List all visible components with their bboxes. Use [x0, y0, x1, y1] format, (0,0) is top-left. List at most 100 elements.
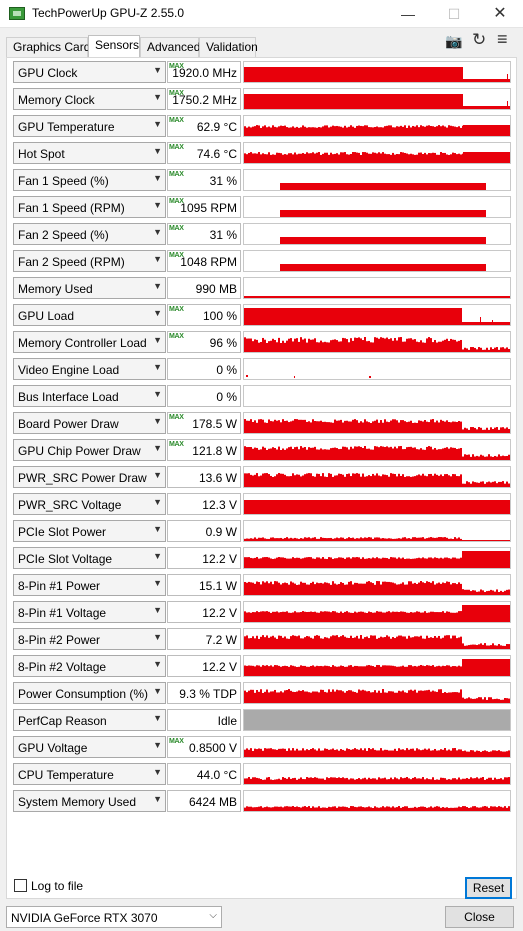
- sensor-name: Video Engine Load: [18, 363, 120, 377]
- max-indicator: MAX: [169, 306, 184, 313]
- sensor-select[interactable]: Video Engine Load ▼: [13, 358, 166, 380]
- sensor-value-box: 0 %: [167, 385, 241, 407]
- dropdown-arrow-icon: ▼: [153, 470, 162, 480]
- sensor-graph-plot: [244, 605, 510, 622]
- sensor-value: 0 %: [216, 363, 237, 377]
- sensor-graph-plot: [244, 94, 510, 109]
- sensor-name: 8-Pin #2 Power: [18, 633, 101, 647]
- sensor-value-box: 990 MB: [167, 277, 241, 299]
- sensor-select[interactable]: 8-Pin #1 Voltage ▼: [13, 601, 166, 623]
- sensor-graph-plot: [244, 659, 510, 676]
- sensor-select[interactable]: PWR_SRC Power Draw ▼: [13, 466, 166, 488]
- sensor-value: 1750.2 MHz: [172, 93, 237, 107]
- sensor-row: Video Engine Load ▼ 0 %: [6, 358, 517, 384]
- sensor-row: Memory Used ▼ 990 MB: [6, 277, 517, 303]
- sensor-select[interactable]: Memory Controller Load ▼: [13, 331, 166, 353]
- title-bar: TechPowerUp GPU-Z 2.55.0 — ☐ ✕: [0, 0, 523, 28]
- sensor-row: PWR_SRC Power Draw ▼ 13.6 W: [6, 466, 517, 492]
- tab-advanced[interactable]: Advanced: [140, 37, 200, 57]
- sensor-select[interactable]: PerfCap Reason ▼: [13, 709, 166, 731]
- sensor-select[interactable]: PCIe Slot Power ▼: [13, 520, 166, 542]
- close-window-button[interactable]: ✕: [477, 0, 523, 28]
- sensor-value: 990 MB: [195, 282, 237, 296]
- log-to-file-checkbox[interactable]: [14, 879, 27, 892]
- sensor-name: PerfCap Reason: [18, 714, 107, 728]
- sensor-value-box: MAX 1095 RPM: [167, 196, 241, 218]
- tab-sensors[interactable]: Sensors: [88, 35, 140, 58]
- sensor-select[interactable]: Bus Interface Load ▼: [13, 385, 166, 407]
- dropdown-arrow-icon: ▼: [153, 740, 162, 750]
- sensor-select[interactable]: Memory Used ▼: [13, 277, 166, 299]
- sensor-value-box: 13.6 W: [167, 466, 241, 488]
- sensor-select[interactable]: GPU Load ▼: [13, 304, 166, 326]
- sensor-select[interactable]: PWR_SRC Voltage ▼: [13, 493, 166, 515]
- sensor-graph-plot: [280, 183, 486, 190]
- sensor-value: 62.9 °C: [196, 120, 237, 134]
- sensor-select[interactable]: Board Power Draw ▼: [13, 412, 166, 434]
- sensor-name: Memory Controller Load: [18, 336, 147, 350]
- sensor-value: 31 %: [209, 228, 237, 242]
- sensor-value-box: MAX 62.9 °C: [167, 115, 241, 137]
- gpu-select[interactable]: NVIDIA GeForce RTX 3070 ⌵: [6, 906, 222, 928]
- sensor-value: 12.2 V: [202, 660, 237, 674]
- sensor-row: Hot Spot ▼ MAX 74.6 °C: [6, 142, 517, 168]
- sensor-value: 9.3 % TDP: [179, 687, 237, 701]
- sensor-select[interactable]: GPU Voltage ▼: [13, 736, 166, 758]
- sensor-row: Power Consumption (%) ▼ 9.3 % TDP: [6, 682, 517, 708]
- sensor-row: Fan 1 Speed (RPM) ▼ MAX 1095 RPM: [6, 196, 517, 222]
- sensor-graph-plot: [244, 710, 510, 730]
- sensor-graph: [243, 250, 511, 272]
- sensor-graph: [243, 412, 511, 434]
- sensor-graph: [243, 763, 511, 785]
- sensor-row: Fan 1 Speed (%) ▼ MAX 31 %: [6, 169, 517, 195]
- sensor-select[interactable]: 8-Pin #1 Power ▼: [13, 574, 166, 596]
- sensor-select[interactable]: GPU Chip Power Draw ▼: [13, 439, 166, 461]
- sensor-select[interactable]: Fan 2 Speed (RPM) ▼: [13, 250, 166, 272]
- sensor-select[interactable]: Memory Clock ▼: [13, 88, 166, 110]
- minimize-button[interactable]: —: [385, 0, 431, 28]
- close-button[interactable]: Close: [445, 906, 514, 928]
- gpuz-app-icon: [9, 7, 25, 20]
- sensor-graph-plot: [280, 264, 486, 271]
- camera-icon[interactable]: 📷: [445, 33, 462, 51]
- sensor-graph-plot: [244, 777, 510, 784]
- sensor-value: 44.0 °C: [196, 768, 237, 782]
- sensor-graph-plot: [244, 689, 510, 703]
- dropdown-arrow-icon: ▼: [153, 416, 162, 426]
- sensor-select[interactable]: Hot Spot ▼: [13, 142, 166, 164]
- sensor-select[interactable]: GPU Temperature ▼: [13, 115, 166, 137]
- sensor-name: Bus Interface Load: [18, 390, 119, 404]
- menu-icon[interactable]: ≡: [497, 29, 508, 49]
- sensor-select[interactable]: Power Consumption (%) ▼: [13, 682, 166, 704]
- sensor-select[interactable]: 8-Pin #2 Voltage ▼: [13, 655, 166, 677]
- sensor-select[interactable]: Fan 2 Speed (%) ▼: [13, 223, 166, 245]
- sensor-value-box: 9.3 % TDP: [167, 682, 241, 704]
- maximize-button[interactable]: ☐: [431, 0, 477, 28]
- sensor-select[interactable]: 8-Pin #2 Power ▼: [13, 628, 166, 650]
- tab-graphics-card[interactable]: Graphics Card: [6, 37, 90, 57]
- sensor-name: Fan 1 Speed (RPM): [18, 201, 125, 215]
- dropdown-arrow-icon: ▼: [153, 389, 162, 399]
- sensor-graph-plot: [244, 67, 510, 82]
- sensor-graph-plot: [244, 806, 510, 811]
- sensor-value: 96 %: [209, 336, 237, 350]
- sensor-select[interactable]: System Memory Used ▼: [13, 790, 166, 812]
- reset-button[interactable]: Reset: [465, 877, 512, 899]
- refresh-icon[interactable]: ↻: [472, 30, 486, 49]
- sensor-value: Idle: [217, 714, 237, 728]
- sensor-select[interactable]: CPU Temperature ▼: [13, 763, 166, 785]
- sensor-value-box: Idle: [167, 709, 241, 731]
- sensor-select[interactable]: PCIe Slot Voltage ▼: [13, 547, 166, 569]
- sensor-select[interactable]: GPU Clock ▼: [13, 61, 166, 83]
- dropdown-arrow-icon: ▼: [153, 443, 162, 453]
- sensor-select[interactable]: Fan 1 Speed (RPM) ▼: [13, 196, 166, 218]
- sensor-name: GPU Load: [18, 309, 75, 323]
- sensor-row: Bus Interface Load ▼ 0 %: [6, 385, 517, 411]
- sensor-select[interactable]: Fan 1 Speed (%) ▼: [13, 169, 166, 191]
- sensor-graph-plot: [280, 237, 486, 244]
- sensor-graph: [243, 520, 511, 542]
- sensor-graph-plot: [244, 152, 510, 163]
- sensor-row: Board Power Draw ▼ MAX 178.5 W: [6, 412, 517, 438]
- sensor-graph: [243, 601, 511, 623]
- tab-validation[interactable]: Validation: [199, 37, 258, 57]
